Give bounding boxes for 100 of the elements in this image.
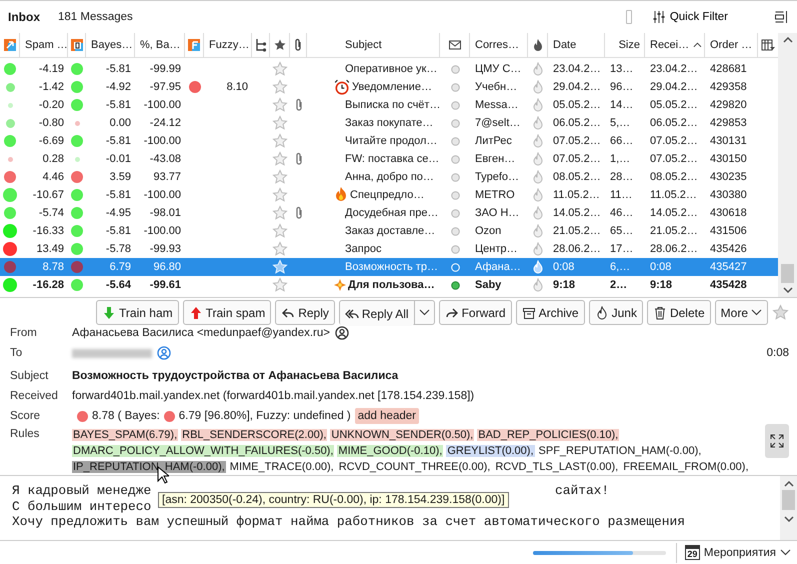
correspondent: Афана…	[475, 261, 521, 273]
message-row[interactable]: -5.74 -4.95 -98.01 Досудебная пре… ЗАО Н… 14.05.2… 46… 14.05.2… 430618	[0, 204, 778, 222]
message-row[interactable]: -16.28 -5.64 -99.61 Для пользова… Saby 9:18 2… 9:18 435428	[0, 276, 778, 294]
spam-score: 4.46	[42, 171, 64, 183]
column-picker-icon	[761, 38, 775, 52]
rule-tag: RBL_SENDERSCORE(2.00),	[181, 429, 328, 441]
star-icon[interactable]	[272, 205, 288, 221]
message-row[interactable]: 4.46 3.59 93.77 Анна, добро по… Typefo… 08.05.2… 28… 08.05.2… 430235	[0, 168, 778, 186]
train-ham-button[interactable]: Train ham	[96, 300, 179, 325]
forward-button[interactable]: Forward	[438, 300, 512, 325]
sort-up-icon	[693, 42, 702, 48]
received-text: 11.05.2…	[650, 189, 697, 201]
junk-button[interactable]: Junk	[588, 300, 643, 325]
forward-icon	[444, 306, 459, 320]
order-text: 435427	[710, 261, 747, 273]
spam-score: -4.19	[38, 63, 64, 75]
date-text: 07.05.2…	[553, 153, 601, 165]
field-label: From	[10, 326, 38, 341]
read-status-dot[interactable]	[450, 172, 460, 182]
archive-button[interactable]: Archive	[516, 300, 585, 325]
more-button[interactable]: More	[714, 300, 768, 325]
read-status-dot[interactable]	[450, 208, 460, 218]
message-row[interactable]: -4.19 -5.81 -99.99 Оперативное ук… ЦМУ С… 23.04.2… 13… 23.04.2… 428681	[0, 60, 778, 78]
size-text: 6,…	[610, 261, 630, 273]
scrollbar[interactable]	[778, 33, 797, 297]
subject-text: FW: поставка се…	[345, 153, 440, 165]
subject-text: Для пользова…	[348, 279, 435, 291]
delete-button[interactable]: Delete	[646, 300, 711, 325]
read-status-dot[interactable]	[450, 118, 460, 128]
subject-text: Оперативное ук…	[345, 63, 438, 75]
star-icon[interactable]	[272, 169, 288, 185]
scroll-thumb[interactable]	[781, 264, 794, 283]
order-text: 429853	[710, 117, 747, 129]
message-row[interactable]: 0.28 -0.01 -43.08 FW: поставка се… Евген… 07.05.2… 1,… 07.05.2… 430150	[0, 150, 778, 168]
subject-text: Возможность тр…	[345, 261, 438, 273]
order-text: 430131	[710, 135, 747, 147]
scroll-up-icon[interactable]	[782, 37, 792, 43]
received-text: 29.04.2…	[650, 81, 698, 93]
received-text: 14.05.2…	[650, 207, 698, 219]
rule-tag: UNKNOWN_SENDER(0.50),	[330, 429, 474, 441]
read-status-dot[interactable]	[450, 136, 460, 146]
message-row[interactable]: -0.20 -5.81 -100.00 Выписка по счёт… Messa… 05.05.2… 14… 05.05.2… 429820	[0, 96, 778, 114]
read-status-dot[interactable]	[450, 190, 460, 200]
scroll-down-icon[interactable]	[784, 516, 794, 522]
scroll-thumb[interactable]	[782, 490, 795, 510]
message-row[interactable]: -1.42 -4.92 -97.95 8.10 Уведомление… Учебн… 29.04.2… 96… 29.04.2… 429358	[0, 78, 778, 96]
bayes-score: -4.92	[106, 81, 131, 93]
size-text: 1,…	[610, 153, 630, 165]
size-text: 5,…	[610, 117, 630, 129]
scroll-down-icon[interactable]	[782, 287, 792, 293]
star-icon[interactable]	[272, 133, 288, 149]
star-icon[interactable]	[272, 79, 288, 95]
message-row[interactable]: 13.49 -5.78 -99.93 Запрос Центр… 28.06.2… 17… 28.06.2… 435426	[0, 240, 778, 258]
star-icon[interactable]	[272, 241, 288, 257]
spam-score: -16.33	[32, 225, 64, 237]
scroll-up-icon[interactable]	[784, 481, 794, 487]
fuzzy-score: 8.10	[226, 81, 248, 93]
message-row[interactable]: -6.69 -5.81 -100.00 Читайте продол… ЛитРес 07.05.2… 66… 07.05.2… 430131	[0, 132, 778, 150]
star-icon[interactable]	[272, 97, 288, 113]
star-icon[interactable]	[272, 187, 288, 203]
caret-icon	[418, 309, 430, 316]
date-text: 14.05.2…	[553, 207, 601, 219]
add-header-button[interactable]: add header	[354, 408, 419, 424]
star-icon[interactable]	[772, 304, 789, 321]
bayes-percent: -43.08	[150, 153, 181, 165]
read-status-dot[interactable]	[450, 226, 460, 236]
calendar-icon: 29	[684, 545, 700, 560]
star-icon[interactable]	[272, 61, 288, 77]
quick-filter-button[interactable]: Quick Filter	[650, 8, 730, 26]
sliders-icon	[652, 10, 666, 24]
flame-icon	[531, 206, 545, 220]
flame-icon	[594, 306, 609, 320]
reply-button[interactable]: Reply	[275, 300, 335, 325]
date-text: 29.04.2…	[553, 81, 601, 93]
read-status-dot[interactable]	[450, 280, 460, 290]
sparkle-icon	[334, 279, 346, 291]
correspondent: METRO	[475, 189, 515, 201]
down-arrow-icon	[102, 306, 116, 320]
folder-name: Inbox	[8, 10, 40, 24]
expand-button[interactable]	[765, 424, 789, 458]
read-status-dot[interactable]	[450, 154, 460, 164]
train-spam-button[interactable]: Train spam	[182, 300, 272, 325]
star-icon[interactable]	[272, 223, 288, 239]
correspondent: ЛитРес	[475, 135, 512, 147]
read-status-icon	[448, 38, 462, 52]
read-status-dot[interactable]	[450, 82, 460, 92]
events-button[interactable]: 29 Мероприятия	[676, 542, 791, 562]
star-icon[interactable]	[272, 151, 288, 167]
scrollbar[interactable]	[780, 476, 797, 540]
read-status-dot[interactable]	[450, 64, 460, 74]
message-row[interactable]: -10.67 -5.81 -100.00 Спецпредло… METRO 11.05.2… 11… 11.05.2… 430380	[0, 186, 778, 204]
up-arrow-icon	[188, 306, 203, 320]
read-status-dot[interactable]	[450, 244, 460, 254]
star-icon[interactable]	[272, 277, 288, 293]
star-icon[interactable]	[272, 115, 288, 131]
message-row[interactable]: -0.80 0.00 -24.12 Заказ покупате… 7@selt… 06.05.2… 5,… 06.05.2… 429853	[0, 114, 778, 132]
flame-icon	[531, 242, 545, 256]
read-status-dot[interactable]	[450, 100, 460, 110]
contact-icon	[334, 326, 349, 340]
message-row[interactable]: -16.33 -5.81 -100.00 Заказ доставле… Ozon 21.05.2… 65… 21.05.2… 431506	[0, 222, 778, 240]
